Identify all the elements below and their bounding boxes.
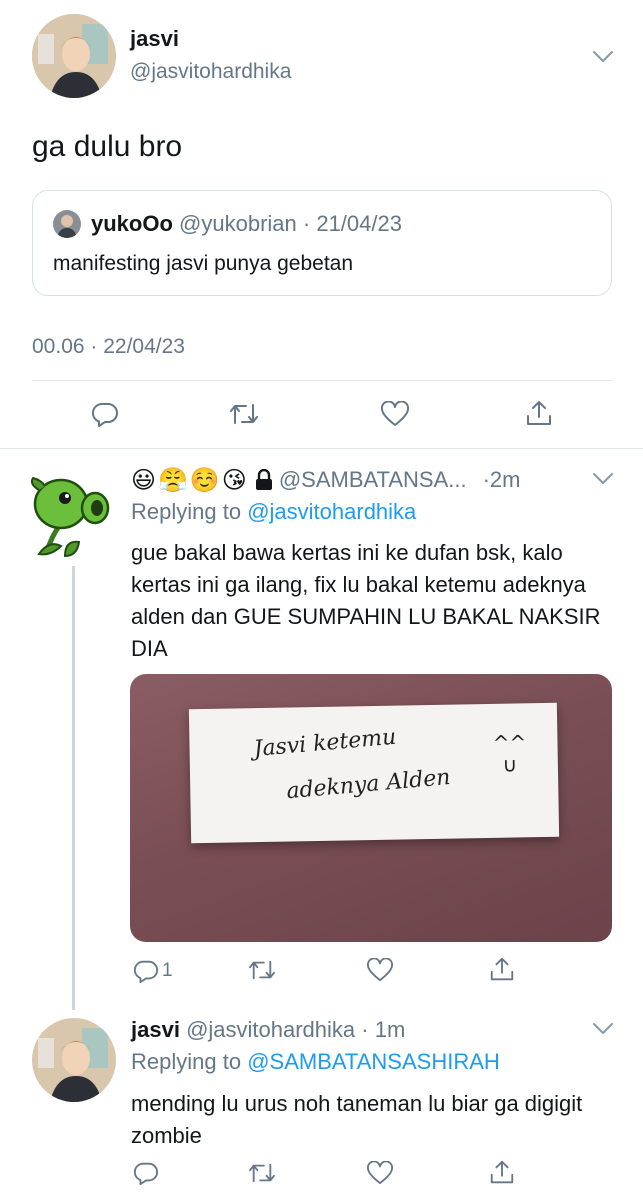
section-divider bbox=[0, 448, 643, 449]
quoted-date: · 21/04/23 bbox=[302, 211, 402, 236]
author-handle[interactable]: @SAMBATANSA... bbox=[279, 467, 467, 493]
note-line-1: Jasvi ketemu bbox=[252, 724, 398, 763]
avatar[interactable] bbox=[32, 1018, 116, 1102]
like-icon[interactable] bbox=[366, 958, 394, 982]
retweet-icon[interactable] bbox=[247, 1161, 277, 1185]
reply-text: gue bakal bawa kertas ini ke dufan bsk, … bbox=[131, 540, 601, 661]
chevron-down-icon[interactable] bbox=[592, 1022, 614, 1036]
quoted-tweet-card[interactable]: yukoOo @yukobrian · 21/04/23 manifesting… bbox=[32, 190, 612, 296]
author-handle[interactable]: @jasvitohardhika bbox=[186, 1017, 355, 1042]
replying-to-label: Replying to bbox=[131, 1049, 242, 1074]
like-icon[interactable] bbox=[366, 1161, 394, 1185]
retweet-icon[interactable] bbox=[228, 401, 260, 427]
share-icon[interactable] bbox=[488, 955, 516, 983]
share-icon[interactable] bbox=[524, 398, 554, 428]
replying-to-link[interactable]: @jasvitohardhika bbox=[247, 499, 416, 524]
share-icon[interactable] bbox=[488, 1158, 516, 1186]
attached-photo[interactable]: Jasvi ketemu adeknya Alden ^^ ∪ bbox=[130, 674, 612, 942]
note-face: ^^ ∪ bbox=[492, 730, 527, 777]
avatar[interactable] bbox=[32, 14, 116, 98]
thread-line bbox=[72, 566, 75, 1010]
display-name-emojis[interactable]: 😃😤☺️😘 bbox=[131, 466, 249, 495]
chevron-down-icon[interactable] bbox=[592, 472, 614, 486]
replying-to-label: Replying to bbox=[131, 499, 242, 524]
retweet-icon[interactable] bbox=[247, 958, 277, 982]
author-handle[interactable]: @jasvitohardhika bbox=[130, 60, 291, 84]
replying-to-link[interactable]: @SAMBATANSASHIRAH bbox=[247, 1049, 500, 1074]
author-name[interactable]: jasvi bbox=[130, 26, 179, 52]
quoted-text: manifesting jasvi punya gebetan bbox=[53, 252, 354, 275]
reply-time: ·2m bbox=[482, 467, 521, 492]
like-icon[interactable] bbox=[380, 401, 410, 427]
quoted-author-name: yukoOo bbox=[91, 211, 173, 236]
reply-icon[interactable] bbox=[133, 1160, 159, 1186]
paper-note: Jasvi ketemu adeknya Alden ^^ ∪ bbox=[188, 702, 560, 844]
tweet-text: ga dulu bro bbox=[32, 130, 183, 163]
reply-count: 1 bbox=[162, 960, 173, 981]
reply-icon[interactable] bbox=[133, 958, 159, 984]
avatar[interactable] bbox=[25, 470, 115, 560]
note-line-2: adeknya Alden bbox=[285, 764, 452, 805]
reply-text: mending lu urus noh taneman lu biar ga d… bbox=[131, 1091, 583, 1148]
lock-icon bbox=[255, 469, 273, 491]
chevron-down-icon[interactable] bbox=[592, 50, 614, 64]
tweet-timestamp: 00.06 · 22/04/23 bbox=[32, 335, 185, 358]
avatar bbox=[53, 210, 81, 238]
author-name[interactable]: jasvi bbox=[131, 1017, 180, 1042]
reply-icon[interactable] bbox=[91, 400, 119, 428]
reply-time: · 1m bbox=[361, 1017, 406, 1042]
divider bbox=[32, 380, 612, 381]
quoted-author-handle: @yukobrian bbox=[179, 211, 297, 236]
